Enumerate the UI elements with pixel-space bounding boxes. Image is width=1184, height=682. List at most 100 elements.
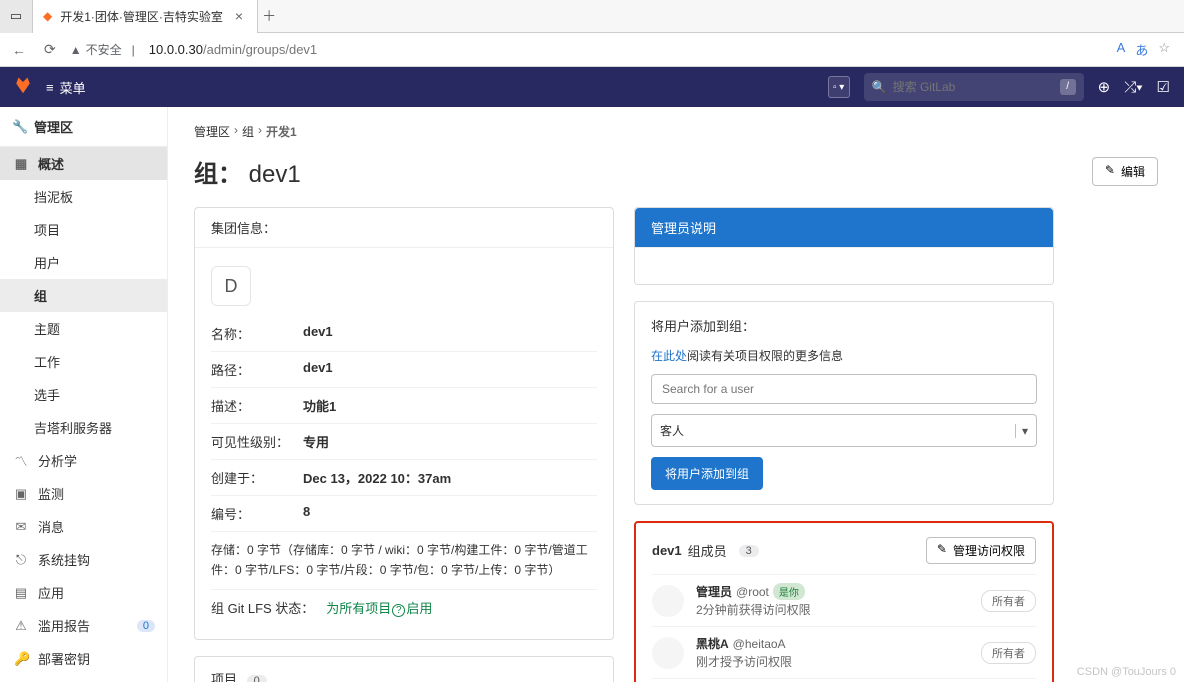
menu-toggle[interactable]: ≡ 菜单 xyxy=(46,78,86,97)
url-text[interactable]: 10.0.0.30/admin/groups/dev1 xyxy=(149,42,317,57)
sidebar-item-0[interactable]: 挡泥板 xyxy=(0,180,167,213)
member-name[interactable]: 管理员@root是你 xyxy=(696,583,811,600)
edit-button[interactable]: ✎编辑 xyxy=(1092,157,1158,186)
grid-icon: ▦ xyxy=(14,156,28,172)
group-id: 8 xyxy=(303,504,310,523)
avatar xyxy=(652,637,684,669)
sidebar-item-消息[interactable]: ✉消息 xyxy=(0,510,167,543)
refresh-button[interactable]: ⟳ xyxy=(40,37,60,62)
add-user-title: 将用户添加到组： xyxy=(651,316,1037,335)
sidebar-item-部署密钥[interactable]: 🔑部署密钥 xyxy=(0,642,167,675)
avatar xyxy=(652,585,684,617)
member-name[interactable]: 黑桃A@heitaoA xyxy=(696,635,792,652)
member-row: 汤姆@tom刚才授予访问权限开发 人员 xyxy=(652,678,1036,682)
sidebar-icon: 🔑 xyxy=(14,651,28,667)
group-info-header: 集团信息： xyxy=(195,208,613,248)
sidebar-item-2[interactable]: 用户 xyxy=(0,246,167,279)
pencil-icon: ✎ xyxy=(937,542,947,559)
members-panel: dev1 组成员 3 ✎管理访问权限 管理员@root是你2分钟前获得访问权限所… xyxy=(634,521,1054,682)
chevron-down-icon: ▾ xyxy=(1015,424,1028,438)
sidebar-icon: ⚠ xyxy=(14,618,28,634)
help-icon[interactable]: ? xyxy=(392,604,405,617)
members-count: 3 xyxy=(739,545,759,557)
lfs-status: 为所有项目?启用 xyxy=(326,598,432,617)
sidebar-item-7[interactable]: 吉塔利服务器 xyxy=(0,411,167,444)
you-badge: 是你 xyxy=(773,583,805,600)
add-user-panel: 将用户添加到组： 在此处阅读有关项目权限的更多信息 客人 ▾ 将用户添加到组 xyxy=(634,301,1054,505)
pencil-icon: ✎ xyxy=(1105,163,1115,180)
group-info-panel: 集团信息： D 名称：dev1 路径：dev1 描述：功能1 可见性级别：专用 … xyxy=(194,207,614,640)
permissions-help-link[interactable]: 在此处 xyxy=(651,349,687,363)
wrench-icon: 🔧 xyxy=(12,119,26,135)
sidebar-item-1[interactable]: 项目 xyxy=(0,213,167,246)
address-bar: ← ⟳ ▲ 不安全 | 10.0.0.30/admin/groups/dev1 … xyxy=(0,33,1184,67)
close-tab-icon[interactable]: × xyxy=(231,4,247,28)
global-search[interactable]: 🔍 / xyxy=(864,73,1084,101)
sidebar-icon: ✉ xyxy=(14,519,28,535)
member-role: 所有者 xyxy=(981,590,1036,612)
crumb-current: 开发1 xyxy=(266,123,297,140)
sidebar-item-4[interactable]: 主题 xyxy=(0,312,167,345)
group-name: dev1 xyxy=(303,324,333,343)
context-switcher[interactable]: ▫ ▾ xyxy=(828,76,850,98)
translate-icon[interactable]: あ xyxy=(1135,40,1148,59)
create-icon[interactable]: ⊕ xyxy=(1098,78,1111,96)
sidebar-item-overview[interactable]: ▦ 概述 xyxy=(0,147,167,180)
sidebar-item-3[interactable]: 组 xyxy=(0,279,167,312)
search-icon: 🔍 xyxy=(872,80,887,94)
text-size-icon[interactable]: A xyxy=(1117,40,1126,59)
sidebar-item-滥用报告[interactable]: ⚠滥用报告0 xyxy=(0,609,167,642)
crumb-groups[interactable]: 组 xyxy=(242,123,254,140)
search-input[interactable] xyxy=(893,80,1054,94)
member-row: 管理员@root是你2分钟前获得访问权限 所有者 xyxy=(652,574,1036,626)
back-button[interactable]: ← xyxy=(8,38,30,62)
security-indicator[interactable]: ▲ 不安全 xyxy=(70,41,122,58)
search-shortcut-icon: / xyxy=(1060,79,1076,95)
tab-title: 开发1·团体·管理区·吉特实验室 xyxy=(60,8,223,25)
admin-note-panel: 管理员说明 xyxy=(634,207,1054,285)
crumb-admin[interactable]: 管理区 xyxy=(194,123,230,140)
sidebar-icon: 〽 xyxy=(14,451,28,470)
new-tab-button[interactable]: ＋ xyxy=(258,2,280,30)
group-created: Dec 13，2022 10：37am xyxy=(303,468,451,487)
manage-access-button[interactable]: ✎管理访问权限 xyxy=(926,537,1036,564)
projects-count: 0 xyxy=(247,675,267,682)
group-desc: 功能1 xyxy=(303,396,336,415)
sidebar-item-分析学[interactable]: 〽分析学 xyxy=(0,444,167,477)
member-role: 所有者 xyxy=(981,642,1036,664)
member-row: 黑桃A@heitaoA刚才授予访问权限 所有者 xyxy=(652,626,1036,678)
favorite-icon[interactable]: ☆ xyxy=(1158,40,1170,59)
warning-icon: ▲ xyxy=(70,43,82,57)
user-search-input[interactable] xyxy=(651,374,1037,404)
watermark: CSDN @TouJours 0 xyxy=(1077,666,1176,678)
admin-note-header: 管理员说明 xyxy=(635,208,1053,248)
role-select[interactable]: 客人 ▾ xyxy=(651,414,1037,447)
merge-requests-icon[interactable]: ⤮▾ xyxy=(1124,79,1142,96)
group-avatar: D xyxy=(211,266,251,306)
gitlab-navbar: ≡ 菜单 ▫ ▾ 🔍 / ⊕ ⤮▾ ☑ xyxy=(0,67,1184,107)
sidebar-item-系统挂钩[interactable]: ⎋系统挂钩 xyxy=(0,543,167,576)
browser-tab[interactable]: ◆ 开发1·团体·管理区·吉特实验室 × xyxy=(33,0,258,33)
group-visibility: 专用 xyxy=(303,432,329,451)
member-sub: 2分钟前获得访问权限 xyxy=(696,601,811,618)
gitlab-logo-icon[interactable] xyxy=(14,76,32,99)
count-badge: 0 xyxy=(137,620,155,632)
sidebar-icon: ▣ xyxy=(14,486,28,502)
member-sub: 刚才授予访问权限 xyxy=(696,653,792,670)
sidebar-title: 🔧 管理区 xyxy=(0,107,167,147)
projects-panel: 项目 0 xyxy=(194,656,614,682)
sidebar-item-应用[interactable]: ▤应用 xyxy=(0,576,167,609)
add-user-submit[interactable]: 将用户添加到组 xyxy=(651,457,763,490)
main-content: 管理区 › 组 › 开发1 组： dev1 ✎编辑 集团信息： D 名称：dev… xyxy=(168,107,1184,682)
browser-tabs: ▭ ◆ 开发1·团体·管理区·吉特实验室 × ＋ xyxy=(0,0,1184,33)
gitlab-favicon-icon: ◆ xyxy=(43,9,52,23)
todos-icon[interactable]: ☑ xyxy=(1157,78,1170,96)
sidebar-icon: ▤ xyxy=(14,585,28,601)
tab-list-button[interactable]: ▭ xyxy=(0,0,33,33)
page-title: 组： dev1 xyxy=(194,154,301,189)
sidebar-item-5[interactable]: 工作 xyxy=(0,345,167,378)
group-path: dev1 xyxy=(303,360,333,379)
sidebar-item-6[interactable]: 选手 xyxy=(0,378,167,411)
sidebar-item-监测[interactable]: ▣监测 xyxy=(0,477,167,510)
sidebar-item-标签[interactable]: ⌂标签 xyxy=(0,675,167,682)
